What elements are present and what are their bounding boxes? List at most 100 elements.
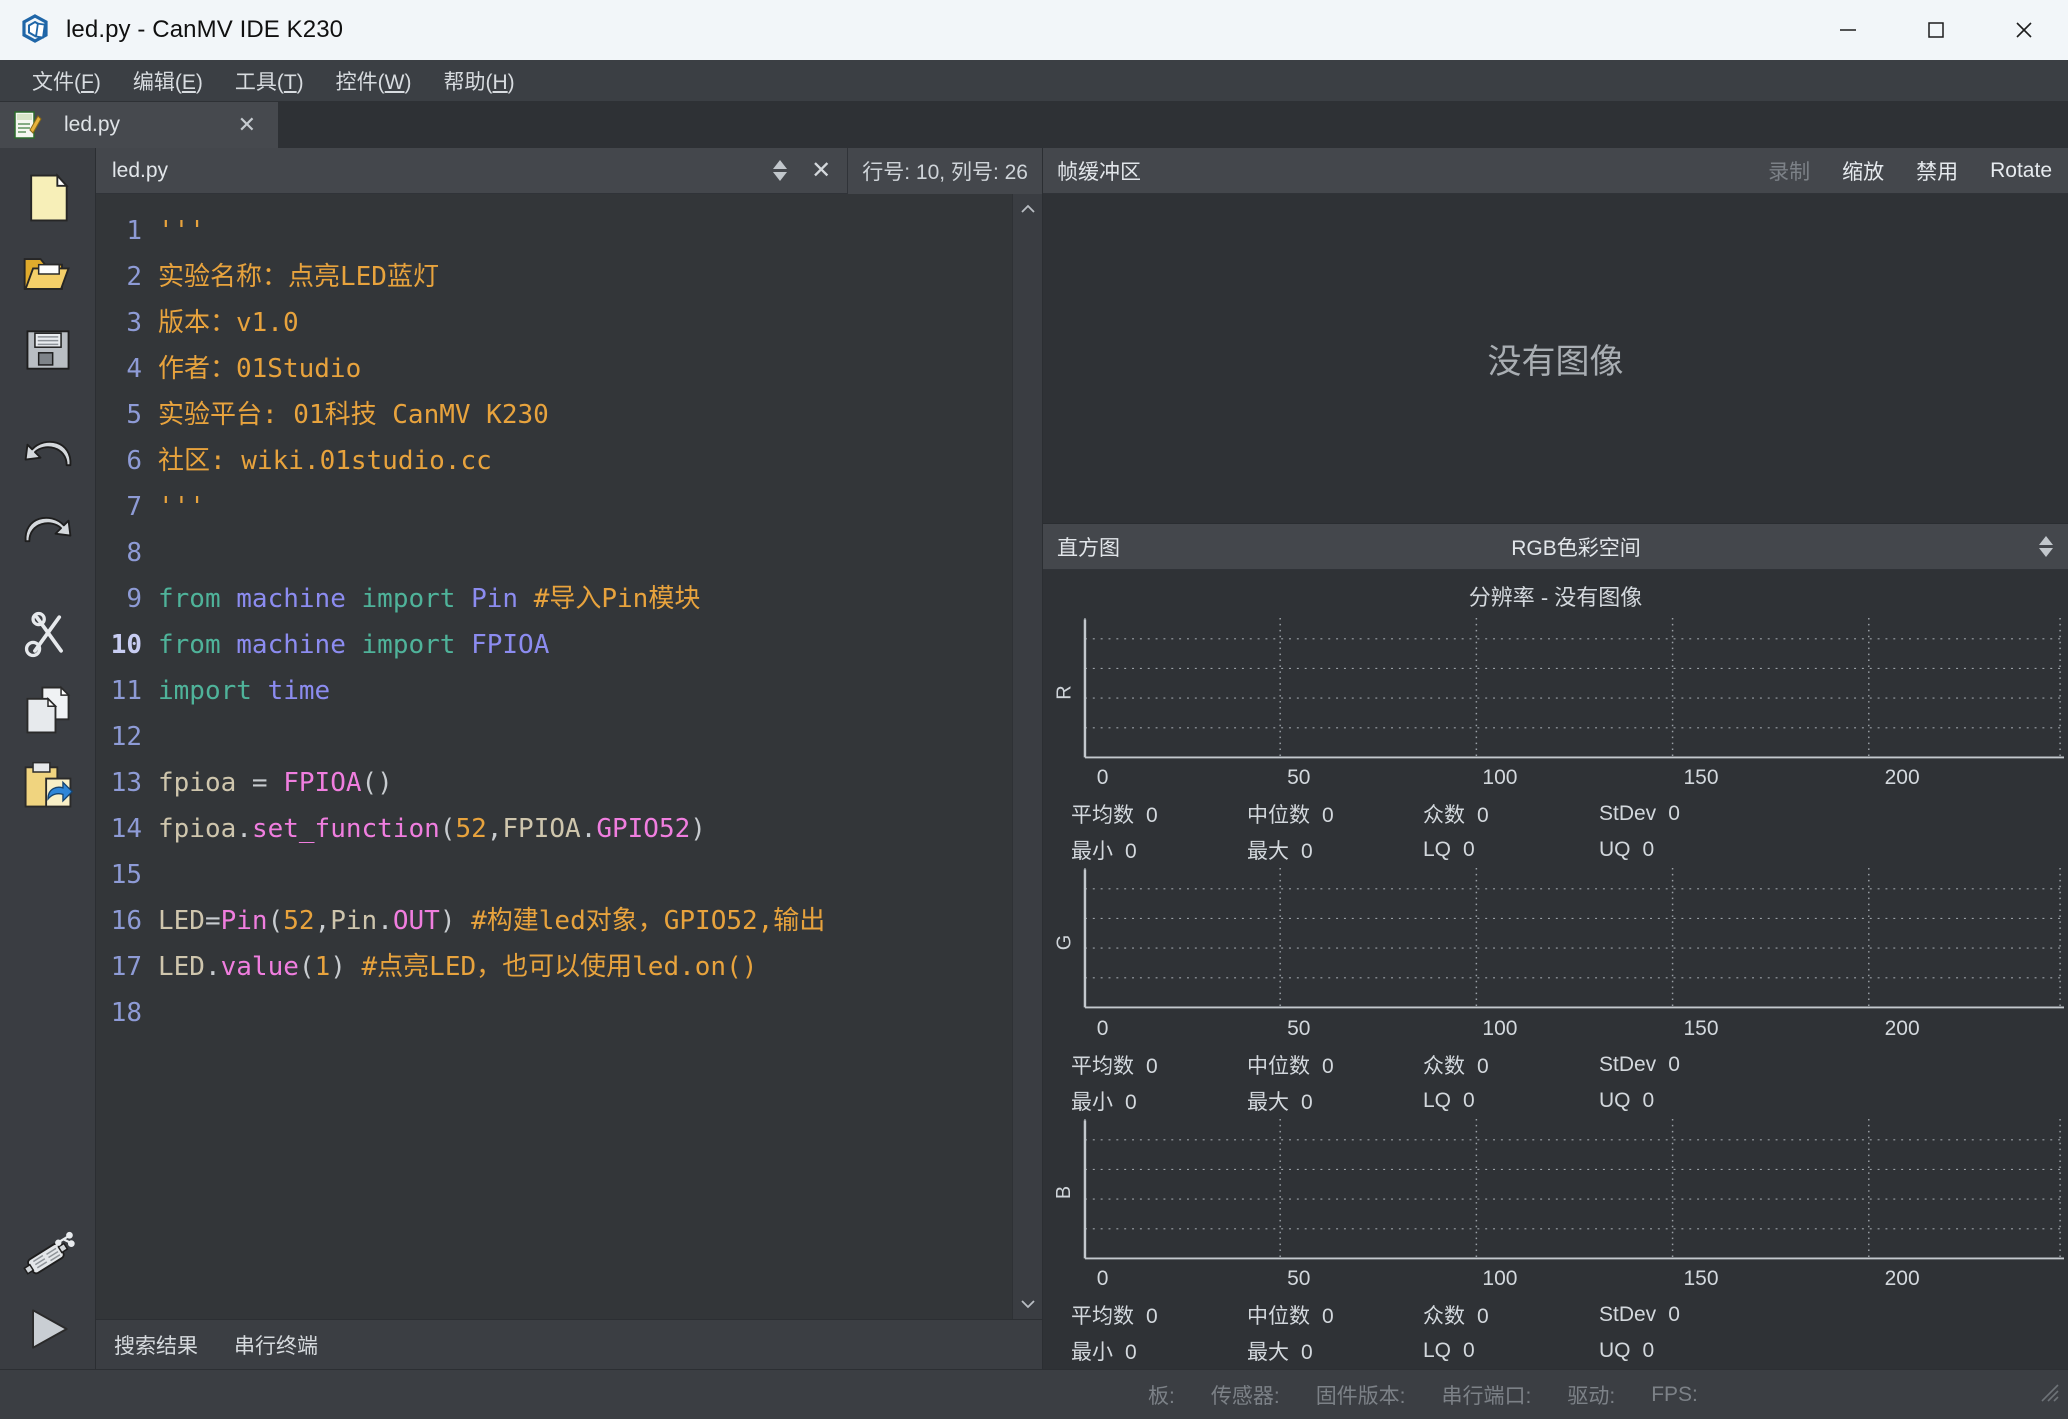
- redo-icon[interactable]: [12, 494, 84, 566]
- status-board: 板:: [1148, 1384, 1175, 1408]
- stat-label: 最小: [1071, 1340, 1113, 1364]
- file-tab-led-py[interactable]: led.py ✕: [0, 102, 278, 148]
- menu-item-help[interactable]: 帮助(H): [428, 62, 531, 100]
- rotate-button[interactable]: Rotate: [1974, 159, 2068, 183]
- new-file-icon[interactable]: [12, 162, 84, 234]
- code-line[interactable]: 6 社区: wiki.01studio.cc: [96, 438, 1012, 484]
- code-line[interactable]: 1 ''': [96, 208, 1012, 254]
- histogram-stats-row: 最小 0 最大 0 LQ 0 UQ 0: [1047, 1083, 2064, 1119]
- stat-label: 众数: [1423, 1054, 1465, 1078]
- maximize-button[interactable]: [1892, 0, 1980, 60]
- paste-icon[interactable]: [12, 750, 84, 822]
- resize-grip-icon[interactable]: [2038, 1381, 2068, 1408]
- chevron-up-icon: [773, 160, 788, 169]
- record-button[interactable]: 录制: [1752, 156, 1826, 186]
- minimize-button[interactable]: [1804, 0, 1892, 60]
- code-line[interactable]: 7 ''': [96, 484, 1012, 530]
- code-line[interactable]: 15: [96, 852, 1012, 898]
- code-line[interactable]: 12: [96, 714, 1012, 760]
- editor-vertical-scrollbar[interactable]: [1012, 194, 1042, 1319]
- code-token: .: [204, 952, 221, 982]
- save-file-icon[interactable]: [12, 314, 84, 386]
- stat-value: 0: [1322, 1304, 1334, 1328]
- close-button[interactable]: [1980, 0, 2068, 60]
- code-token: value: [220, 952, 299, 982]
- colorspace-selector[interactable]: [2032, 536, 2068, 557]
- usb-connect-icon[interactable]: [12, 1217, 84, 1289]
- line-number: 14: [110, 814, 142, 844]
- right-panel: 帧缓冲区 录制 缩放 禁用 Rotate 没有图像 直方图 RGB色彩空间 分辨…: [1042, 148, 2068, 1369]
- histogram-stats-row: 最小 0 最大 0 LQ 0 UQ 0: [1047, 832, 2064, 868]
- editor-bottom-tabs: 搜索结果 串行终端: [96, 1319, 1042, 1369]
- colorspace-selected-value[interactable]: RGB色彩空间: [1120, 532, 2032, 562]
- framebuffer-canvas[interactable]: 没有图像: [1043, 194, 2068, 524]
- code-line[interactable]: 4 作者：01Studio: [96, 346, 1012, 392]
- copy-icon[interactable]: [12, 674, 84, 746]
- code-line[interactable]: 5 实验平台: 01科技 CanMV K230: [96, 392, 1012, 438]
- code-token: 52: [455, 814, 487, 844]
- canmv-logo-icon: [18, 13, 52, 47]
- code-token: 实验平台: 01科技 CanMV K230: [158, 400, 549, 430]
- menu-item-file[interactable]: 文件(F): [16, 62, 117, 100]
- menu-item-edit[interactable]: 编辑(E): [117, 62, 219, 100]
- histogram-stat: 最大 0: [1247, 1086, 1423, 1116]
- line-number: 15: [110, 860, 142, 890]
- stat-label: 最小: [1071, 840, 1113, 864]
- histogram-stat: LQ 0: [1423, 1089, 1599, 1113]
- menu-item-widgets[interactable]: 控件(W): [320, 62, 428, 100]
- code-line-text: 作者：01Studio: [158, 346, 361, 392]
- histogram-title: 直方图: [1057, 536, 1120, 560]
- code-line[interactable]: 14 fpioa.set_function(52,FPIOA.GPIO52): [96, 806, 1012, 852]
- channel-letter: G: [1053, 934, 1076, 951]
- status-bar: 板: 传感器: 固件版本: 串行端口: 驱动: FPS:: [0, 1369, 2068, 1419]
- file-tab-strip: led.py ✕: [0, 102, 2068, 148]
- stat-label: 众数: [1423, 1304, 1465, 1328]
- code-token: #点亮LED，也可以使用led.on(): [361, 952, 758, 982]
- disable-button[interactable]: 禁用: [1900, 156, 1974, 186]
- code-line[interactable]: 18: [96, 990, 1012, 1036]
- code-line[interactable]: 9 from machine import Pin #导入Pin模块: [96, 576, 1012, 622]
- code-token: LED: [158, 906, 205, 936]
- scroll-down-arrow-icon[interactable]: [1013, 1289, 1043, 1319]
- editor-close-icon[interactable]: ✕: [797, 156, 847, 185]
- cut-icon[interactable]: [12, 598, 84, 670]
- stat-label: 中位数: [1247, 1054, 1310, 1078]
- tab-serial-terminal[interactable]: 串行终端: [216, 1330, 336, 1360]
- file-tab-close-icon[interactable]: ✕: [216, 112, 278, 138]
- code-token: ): [330, 952, 346, 982]
- code-token: .: [377, 906, 393, 936]
- histogram-header: 直方图 RGB色彩空间: [1043, 524, 2068, 570]
- code-line[interactable]: 2 实验名称：点亮LED蓝灯: [96, 254, 1012, 300]
- code-editor[interactable]: 1 ''' 2 实验名称：点亮LED蓝灯 3 版本：v1.0 4 作者：01Studio 5 实验…: [96, 194, 1012, 1319]
- code-line-text: LED.value(1) #点亮LED，也可以使用led.on(): [158, 944, 757, 990]
- line-number: 16: [110, 906, 142, 936]
- tab-search-results[interactable]: 搜索结果: [96, 1330, 216, 1360]
- code-line[interactable]: 8: [96, 530, 1012, 576]
- title-bar: led.py - CanMV IDE K230: [0, 0, 2068, 60]
- code-line-text: 实验平台: 01科技 CanMV K230: [158, 392, 549, 438]
- open-file-icon[interactable]: [12, 238, 84, 310]
- histogram-plot: R: [1047, 618, 2064, 766]
- window-controls: [1804, 0, 2068, 60]
- menu-item-tools[interactable]: 工具(T): [219, 62, 320, 100]
- code-line-text: 版本：v1.0: [158, 300, 299, 346]
- code-token: =: [251, 768, 268, 798]
- scroll-up-arrow-icon[interactable]: [1013, 194, 1043, 224]
- code-line[interactable]: 17 LED.value(1) #点亮LED，也可以使用led.on(): [96, 944, 1012, 990]
- undo-icon[interactable]: [12, 418, 84, 490]
- canmv-ide-window: led.py - CanMV IDE K230 文件(F) 编辑(E) 工具(T…: [0, 0, 2068, 1419]
- code-line[interactable]: 10 from machine import FPIOA: [96, 622, 1012, 668]
- axis-tick-label: 150: [1683, 766, 1719, 790]
- code-line[interactable]: 11 import time: [96, 668, 1012, 714]
- histogram-body: 分辨率 - 没有图像 R 0 50 100 150 200 平均数 0 中位数 0 众数 0 StDev…: [1043, 570, 2068, 1369]
- editor-file-selector[interactable]: [763, 160, 797, 181]
- run-icon[interactable]: [12, 1293, 84, 1365]
- axis-tick-label: 0: [1096, 1016, 1109, 1040]
- code-line[interactable]: 13 fpioa = FPIOA(): [96, 760, 1012, 806]
- code-line[interactable]: 3 版本：v1.0: [96, 300, 1012, 346]
- histogram-stat: 平均数 0: [1071, 1300, 1247, 1330]
- zoom-button[interactable]: 缩放: [1826, 156, 1900, 186]
- code-line[interactable]: 16 LED=Pin(52,Pin.OUT) #构建led对象，GPIO52,输出: [96, 898, 1012, 944]
